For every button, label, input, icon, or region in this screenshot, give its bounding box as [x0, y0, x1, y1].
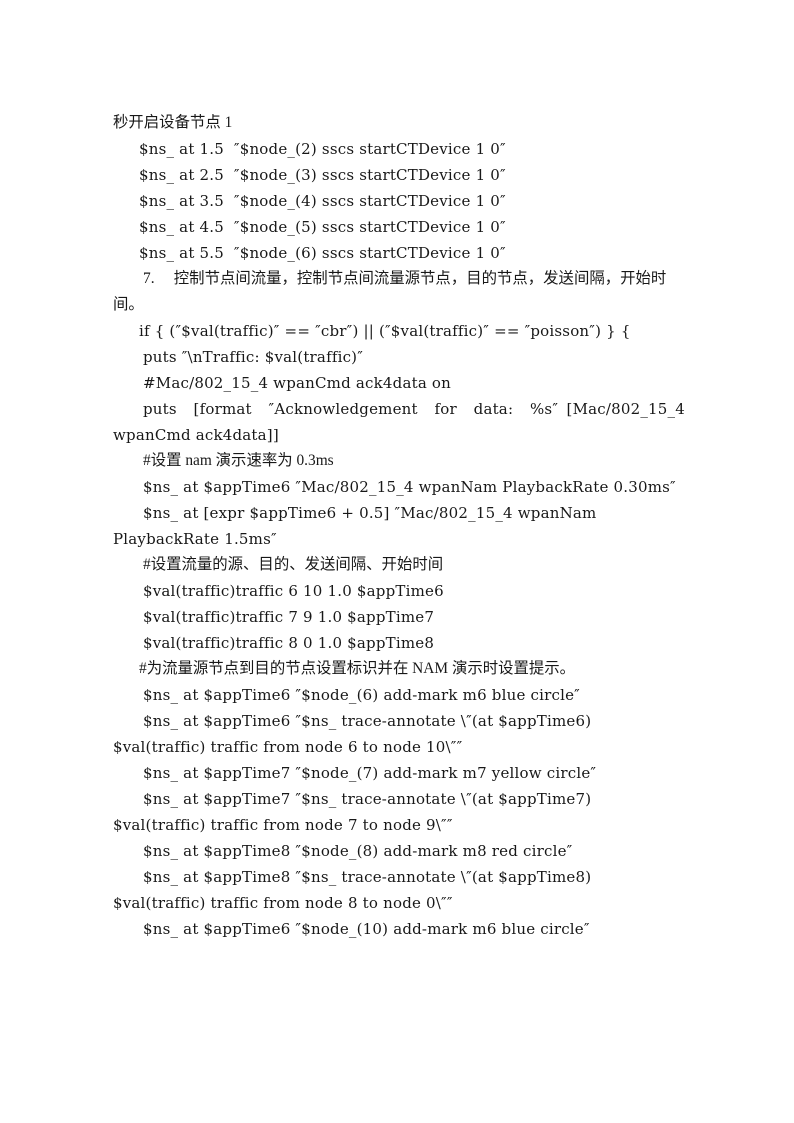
document-line: $ns_ at $appTime6 ″$node_(6) add-mark m6… — [143, 686, 580, 704]
document-line: $val(traffic)traffic 7 9 1.0 $appTime7 — [143, 608, 435, 626]
document-line: $ns_ at $appTime6 ″Mac/802_15_4 wpanNam … — [143, 478, 676, 496]
document-line: $ns_ at $appTime8 ″$node_(8) add-mark m8… — [143, 842, 573, 860]
document-line: $ns_ at $appTime6 ″$ns_ trace-annotate \… — [113, 712, 597, 756]
document-line: puts [format ″Acknowledgement for data: … — [113, 400, 690, 444]
document-text-body: 秒开启设备节点 1 $ns_ at 1.5 ″$node_(2) sscs sta… — [113, 110, 685, 942]
document-line: $val(traffic)traffic 6 10 1.0 $appTime6 — [143, 582, 444, 600]
document-line: $ns_ at $appTime7 ″$node_(7) add-mark m7… — [143, 764, 597, 782]
document-line: if { (″$val(traffic)″ == ″cbr″) || (″$va… — [139, 322, 631, 340]
document-line: $ns_ at 2.5 ″$node_(3) sscs startCTDevic… — [139, 166, 506, 184]
document-line: #Mac/802_15_4 wpanCmd ack4data on — [143, 374, 452, 392]
document-line: 7. 控制节点间流量，控制节点间流量源节点，目的节点，发送间隔，开始时间。 — [113, 270, 667, 313]
document-line: $ns_ at 4.5 ″$node_(5) sscs startCTDevic… — [139, 218, 506, 236]
document-line: $ns_ at $appTime8 ″$ns_ trace-annotate \… — [113, 868, 597, 912]
document-page: 秒开启设备节点 1 $ns_ at 1.5 ″$node_(2) sscs sta… — [0, 0, 794, 1123]
document-line: $ns_ at 5.5 ″$node_(6) sscs startCTDevic… — [139, 244, 506, 262]
document-line: $ns_ at $appTime6 ″$node_(10) add-mark m… — [143, 920, 590, 938]
document-line: #为流量源节点到目的节点设置标识并在 NAM 演示时设置提示。 — [139, 660, 576, 677]
document-line: $ns_ at 1.5 ″$node_(2) sscs startCTDevic… — [139, 140, 506, 158]
document-line: $ns_ at [expr $appTime6 + 0.5] ″Mac/802_… — [113, 504, 602, 548]
document-line: puts ″\nTraffic: $val(traffic)″ — [143, 348, 364, 366]
document-line: $ns_ at 3.5 ″$node_(4) sscs startCTDevic… — [139, 192, 506, 210]
document-line: #设置流量的源、目的、发送间隔、开始时间 — [143, 556, 444, 573]
document-line: #设置 nam 演示速率为 0.3ms — [143, 452, 334, 469]
document-line: $ns_ at $appTime7 ″$ns_ trace-annotate \… — [113, 790, 597, 834]
document-line: $val(traffic)traffic 8 0 1.0 $appTime8 — [143, 634, 435, 652]
document-line: 秒开启设备节点 1 — [113, 114, 233, 131]
